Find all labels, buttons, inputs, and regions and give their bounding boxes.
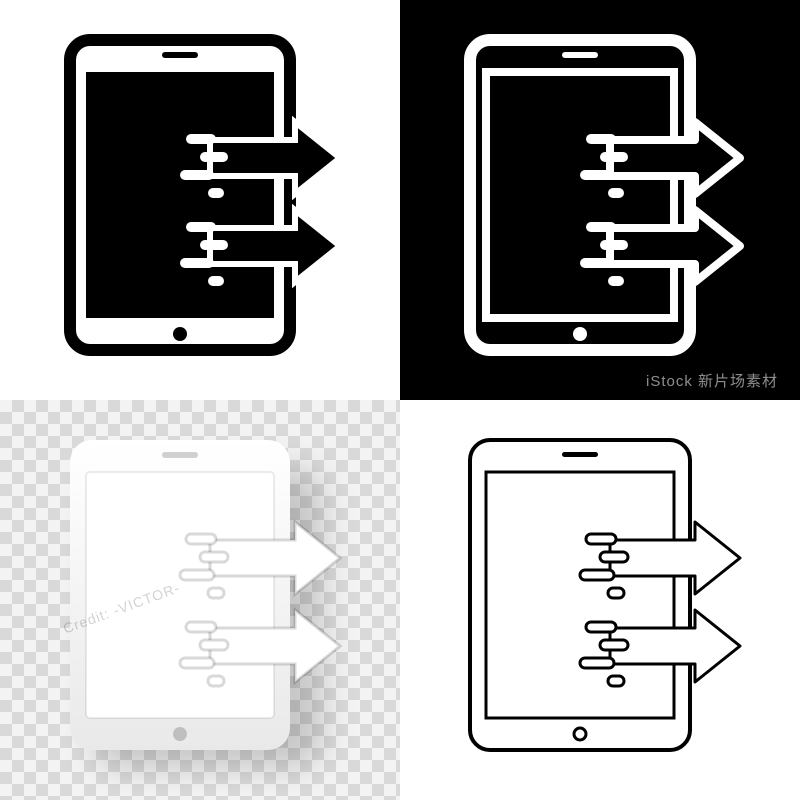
variant-solid-on-white xyxy=(0,0,400,400)
tablet-data-transfer-icon xyxy=(450,30,750,370)
watermark-text: iStock 新片场素材 xyxy=(646,370,778,391)
tablet-data-transfer-icon xyxy=(50,430,350,770)
variant-thin-outline-on-white xyxy=(400,400,800,800)
tablet-data-transfer-icon xyxy=(50,30,350,370)
icon-variant-grid: iStock 新片场素材 xyxy=(0,0,800,800)
variant-white-on-transparent: Credit: -VICTOR- xyxy=(0,400,400,800)
variant-outline-on-black: iStock 新片场素材 xyxy=(400,0,800,400)
tablet-data-transfer-icon xyxy=(450,430,750,770)
